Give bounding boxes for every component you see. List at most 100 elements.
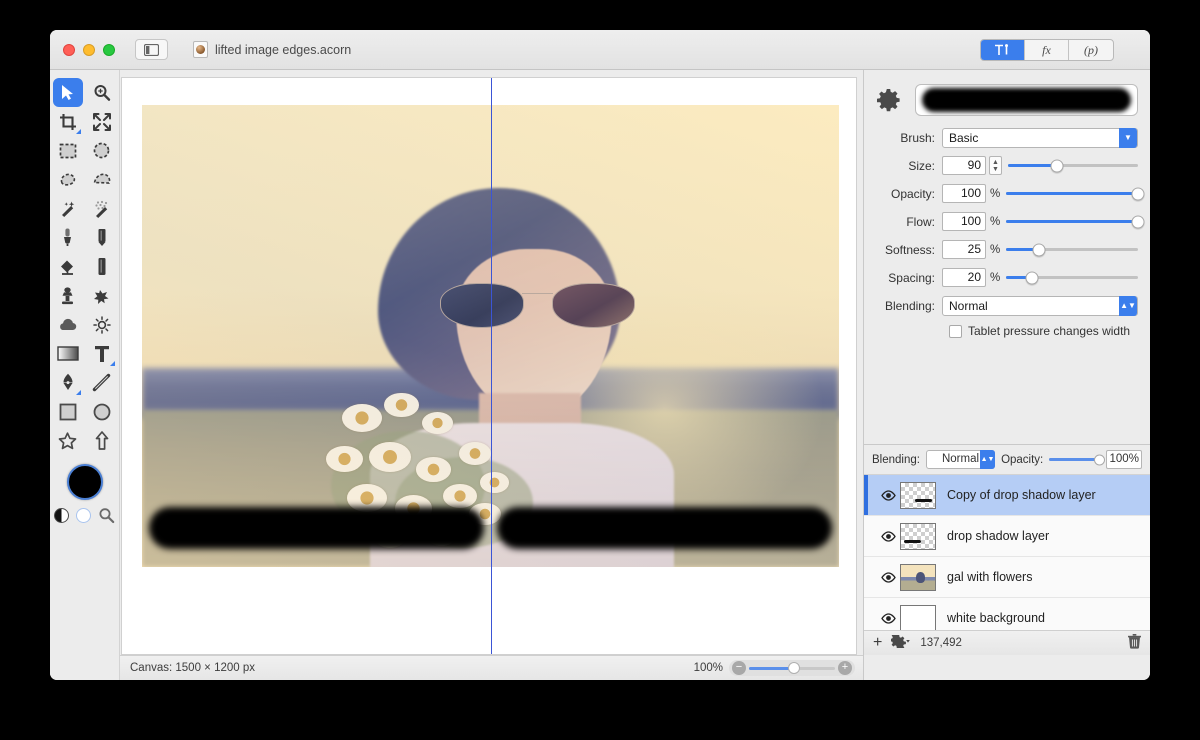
stepper-chevrons-icon[interactable]: ▲▼: [1119, 295, 1137, 316]
ellipse-shape-tool[interactable]: [87, 397, 117, 426]
instant-alpha-tool[interactable]: [87, 194, 117, 223]
zoom-tool[interactable]: [87, 78, 117, 107]
gradient-tool[interactable]: [53, 339, 83, 368]
layer-visibility-toggle[interactable]: [878, 571, 898, 583]
tablet-pressure-checkbox[interactable]: [949, 324, 962, 338]
dodge-tool[interactable]: [87, 310, 117, 339]
layer-row[interactable]: drop shadow layer: [864, 516, 1150, 557]
foreground-color-well[interactable]: [66, 464, 103, 500]
paint-bucket-tool[interactable]: [53, 252, 83, 281]
opacity-slider[interactable]: [1006, 184, 1145, 203]
line-tool[interactable]: [87, 368, 117, 397]
zoom-slider[interactable]: − +: [729, 660, 855, 676]
tool-row: [50, 368, 120, 397]
gear-icon[interactable]: [876, 88, 901, 113]
spacing-slider[interactable]: [1006, 268, 1138, 287]
transform-tool[interactable]: [87, 107, 117, 136]
softness-slider-knob[interactable]: [1032, 243, 1046, 256]
lasso-select-tool[interactable]: [53, 165, 83, 194]
softness-slider[interactable]: [1006, 240, 1138, 259]
softness-input[interactable]: 25: [942, 240, 986, 259]
brush-blending-value: Normal: [949, 298, 988, 313]
spacing-input[interactable]: 20: [942, 268, 986, 287]
trash-icon[interactable]: [1128, 634, 1141, 652]
canvas-area: Canvas: 1500 × 1200 px 100% − +: [120, 70, 863, 680]
eraser-tool[interactable]: [87, 252, 117, 281]
layer-row[interactable]: gal with flowers: [864, 557, 1150, 598]
layer-actions-gear-icon[interactable]: [890, 633, 911, 651]
tab-properties[interactable]: (p): [1069, 40, 1113, 60]
layer-opacity-knob[interactable]: [1094, 454, 1106, 465]
size-input[interactable]: 90: [942, 156, 986, 175]
tablet-pressure-row[interactable]: Tablet pressure changes width: [949, 324, 1138, 338]
arrow-cursor-icon: [62, 85, 73, 100]
cloud-icon: [60, 318, 77, 330]
vertical-guide[interactable]: [491, 78, 492, 654]
polygon-select-tool[interactable]: [87, 165, 117, 194]
layer-visibility-toggle[interactable]: [878, 489, 898, 501]
tab-effects[interactable]: fx: [1025, 40, 1069, 60]
zoom-in-icon[interactable]: +: [838, 661, 852, 675]
add-layer-button[interactable]: +: [873, 634, 882, 652]
star-icon: [58, 431, 77, 449]
flow-slider-knob[interactable]: [1131, 215, 1145, 228]
background-color-well[interactable]: [76, 508, 91, 523]
brush-blending-select[interactable]: Normal ▲▼: [942, 295, 1138, 316]
blur-tool[interactable]: [53, 310, 83, 339]
layer-blending-select[interactable]: Normal ▲▼: [925, 450, 996, 469]
swap-colors-icon[interactable]: [54, 508, 69, 523]
chevron-down-icon[interactable]: ▼: [1119, 127, 1137, 148]
clone-stamp-tool[interactable]: [53, 281, 83, 310]
stepper-chevrons-icon[interactable]: ▲▼: [980, 450, 996, 469]
inspector-tab-group[interactable]: fx (p): [980, 39, 1114, 61]
pencil-icon: [98, 229, 105, 246]
tool-row: [50, 223, 120, 252]
magic-wand-tool[interactable]: [53, 194, 83, 223]
rectangular-select-tool[interactable]: [53, 136, 83, 165]
zoom-level-label: 100%: [693, 662, 723, 674]
layer-visibility-toggle[interactable]: [878, 530, 898, 542]
star-shape-tool[interactable]: [53, 426, 83, 455]
maximize-button[interactable]: [103, 43, 115, 56]
zoom-slider-track[interactable]: [749, 662, 835, 674]
layer-row[interactable]: Copy of drop shadow layer: [864, 475, 1150, 516]
opacity-input[interactable]: 100: [942, 184, 986, 203]
zoom-slider-knob[interactable]: [787, 662, 800, 674]
brush-label: Brush:: [900, 130, 935, 145]
text-tool[interactable]: [87, 339, 117, 368]
layer-count: 137,492: [920, 637, 962, 649]
brush-select[interactable]: Basic ▼: [942, 127, 1138, 148]
pen-tool[interactable]: [53, 368, 83, 397]
tab-tool-options[interactable]: [981, 40, 1025, 60]
minimize-button[interactable]: [83, 43, 95, 56]
flow-input[interactable]: 100: [942, 212, 986, 231]
opacity-slider-knob[interactable]: [1131, 187, 1145, 200]
size-row: Size: 90 ▲ ▼: [876, 156, 1138, 175]
elliptical-select-tool[interactable]: [87, 136, 117, 165]
close-button[interactable]: [63, 43, 75, 56]
rect-marquee-icon: [59, 143, 76, 158]
layer-visibility-toggle[interactable]: [878, 612, 898, 624]
crop-tool[interactable]: [53, 107, 83, 136]
size-slider-knob[interactable]: [1050, 159, 1064, 172]
size-stepper[interactable]: ▲ ▼: [989, 156, 1002, 175]
zoom-out-icon[interactable]: −: [732, 661, 746, 675]
flow-slider[interactable]: [1006, 212, 1145, 231]
sidebar-toggle-button[interactable]: [135, 39, 168, 60]
move-tool[interactable]: [52, 78, 83, 107]
layer-opacity-slider[interactable]: [1049, 454, 1106, 465]
canvas-scroll-view[interactable]: [121, 77, 857, 655]
layer-opacity-value[interactable]: 100%: [1106, 450, 1142, 469]
brush-stroke-preview[interactable]: [915, 84, 1138, 116]
softness-label: Softness:: [884, 242, 935, 257]
spacing-slider-knob[interactable]: [1025, 271, 1039, 284]
rectangle-shape-tool[interactable]: [53, 397, 83, 426]
smudge-tool[interactable]: [87, 281, 117, 310]
brush-tool[interactable]: [53, 223, 83, 252]
color-picker-magnifier-icon[interactable]: [98, 507, 115, 524]
pencil-tool[interactable]: [87, 223, 117, 252]
arrow-shape-tool[interactable]: [87, 426, 117, 455]
brush-blending-label: Blending:: [884, 298, 935, 313]
layer-name: gal with flowers: [947, 570, 1033, 584]
size-slider[interactable]: [1008, 156, 1138, 175]
